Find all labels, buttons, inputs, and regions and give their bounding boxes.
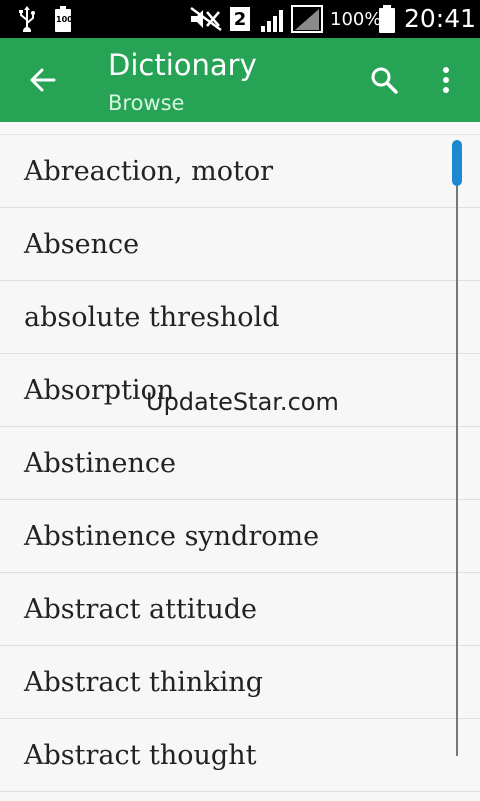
usb-icon xyxy=(14,6,40,32)
list-item-label: Abstinence syndrome xyxy=(24,520,320,552)
search-button[interactable] xyxy=(360,56,408,104)
battery-saver-label: 100 xyxy=(56,15,73,24)
app-bar: Dictionary Browse xyxy=(0,38,480,122)
list-item[interactable]: Abstinence syndrome xyxy=(0,500,480,573)
list-item-label: Abreaction, motor xyxy=(24,155,274,187)
mute-icon xyxy=(188,6,224,32)
list-item[interactable]: Abstract thought xyxy=(0,719,480,792)
status-bar: 100 2 100% 20:41 xyxy=(0,0,480,38)
list-item[interactable]: Abstract attitude xyxy=(0,573,480,646)
list-item[interactable]: Abreaction, motor xyxy=(0,135,480,208)
battery-saver-icon: 100 xyxy=(52,6,74,32)
list-item-label: Absence xyxy=(24,228,140,260)
scrollbar-track[interactable] xyxy=(456,140,458,756)
list-item[interactable]: Abstinence xyxy=(0,427,480,500)
page-title: Dictionary xyxy=(108,48,257,82)
sim-icon: 2 xyxy=(229,6,251,32)
search-icon xyxy=(371,67,398,94)
overflow-menu-button[interactable] xyxy=(424,56,468,104)
battery-percent: 100% xyxy=(330,9,382,30)
list-item-label: Abstract attitude xyxy=(24,593,257,625)
signal-empty-icon xyxy=(290,5,324,33)
battery-icon xyxy=(377,5,397,33)
list-item[interactable]: Abstract thinking xyxy=(0,646,480,719)
signal-icon xyxy=(258,6,288,32)
page-subtitle: Browse xyxy=(108,91,185,115)
back-button[interactable] xyxy=(18,56,66,104)
back-arrow-icon xyxy=(30,68,56,92)
list-item-label: absolute threshold xyxy=(24,301,280,333)
watermark: UpdateStar.com xyxy=(146,388,339,416)
list-item-label: Abstract thought xyxy=(24,739,257,771)
clock: 20:41 xyxy=(404,4,477,33)
more-vert-icon xyxy=(443,67,449,93)
list-item-label: Abstract thinking xyxy=(24,666,263,698)
list-item[interactable]: Absence xyxy=(0,208,480,281)
scrollbar-thumb[interactable] xyxy=(452,140,462,186)
list-item-label: Abstinence xyxy=(24,447,176,479)
term-list[interactable]: Abreaction, motor Absence absolute thres… xyxy=(0,134,480,801)
list-item[interactable]: absolute threshold xyxy=(0,281,480,354)
sim-slot-number: 2 xyxy=(233,8,247,30)
